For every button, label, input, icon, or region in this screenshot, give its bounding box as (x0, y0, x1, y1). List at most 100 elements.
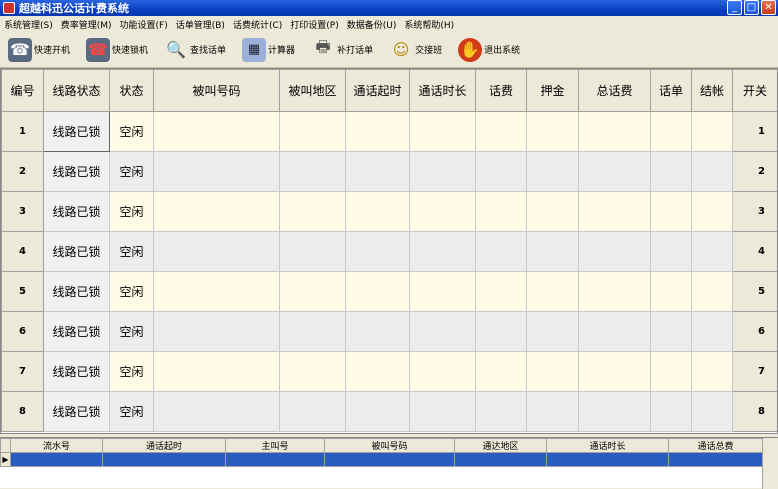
deposit-cell[interactable] (526, 351, 579, 392)
called-area-cell[interactable] (279, 311, 346, 352)
called-number-cell[interactable] (153, 391, 280, 432)
table-row[interactable]: 6 线路已锁 空闲 6 (1, 311, 777, 352)
duration-cell[interactable] (409, 191, 476, 232)
menu-rates[interactable]: 费率管理(M) (57, 18, 116, 31)
called-number-cell[interactable] (153, 231, 280, 272)
log-col-called-number[interactable]: 被叫号码 (324, 438, 455, 453)
table-row[interactable]: 5 线路已锁 空闲 5 (1, 271, 777, 312)
fee-cell[interactable] (475, 151, 527, 192)
start-time-cell[interactable] (345, 111, 410, 152)
total-fee-cell[interactable] (578, 391, 651, 432)
status-cell[interactable]: 空闲 (109, 311, 154, 352)
log-cell[interactable] (102, 452, 226, 467)
fee-cell[interactable] (475, 311, 527, 352)
col-total-fee[interactable]: 总话费 (578, 69, 651, 112)
total-fee-cell[interactable] (578, 191, 651, 232)
duration-cell[interactable] (409, 111, 476, 152)
menu-bills[interactable]: 话单管理(B) (172, 18, 229, 31)
col-deposit[interactable]: 押金 (526, 69, 579, 112)
col-checkout[interactable]: 结帐 (691, 69, 733, 112)
checkout-cell[interactable] (691, 351, 733, 392)
maximize-button[interactable]: □ (744, 0, 759, 15)
log-col-serial[interactable]: 流水号 (10, 438, 103, 453)
called-area-cell[interactable] (279, 231, 346, 272)
checkout-cell[interactable] (691, 271, 733, 312)
col-switch[interactable]: 开关 (732, 69, 777, 112)
fee-cell[interactable] (475, 351, 527, 392)
menu-functions[interactable]: 功能设置(F) (116, 18, 172, 31)
line-status-cell[interactable]: 线路已锁 (43, 351, 110, 392)
total-fee-cell[interactable] (578, 271, 651, 312)
log-cell[interactable] (10, 452, 103, 467)
log-cell[interactable] (668, 452, 763, 467)
fee-cell[interactable] (475, 391, 527, 432)
menu-stats[interactable]: 话费统计(C) (229, 18, 286, 31)
checkout-cell[interactable] (691, 191, 733, 232)
log-cell[interactable] (225, 452, 325, 467)
table-row[interactable]: 1 线路已锁 空闲 1 (1, 111, 777, 152)
fee-cell[interactable] (475, 231, 527, 272)
col-called-area[interactable]: 被叫地区 (279, 69, 346, 112)
fee-cell[interactable] (475, 111, 527, 152)
bill-cell[interactable] (650, 111, 692, 152)
bill-cell[interactable] (650, 351, 692, 392)
switch-cell[interactable]: 7 (732, 351, 777, 392)
switch-cell[interactable]: 6 (732, 311, 777, 352)
log-col-caller[interactable]: 主叫号 (225, 438, 325, 453)
total-fee-cell[interactable] (578, 151, 651, 192)
search-bill-button[interactable]: 🔍 查找话单 (156, 38, 226, 62)
called-area-cell[interactable] (279, 271, 346, 312)
start-time-cell[interactable] (345, 351, 410, 392)
bill-cell[interactable] (650, 311, 692, 352)
deposit-cell[interactable] (526, 191, 579, 232)
vertical-scrollbar[interactable] (762, 438, 778, 489)
status-cell[interactable]: 空闲 (109, 191, 154, 232)
log-col-area[interactable]: 通达地区 (454, 438, 547, 453)
col-start-time[interactable]: 通话起时 (345, 69, 410, 112)
log-cell[interactable] (454, 452, 547, 467)
start-time-cell[interactable] (345, 151, 410, 192)
log-col-total[interactable]: 通话总费 (668, 438, 763, 453)
start-time-cell[interactable] (345, 231, 410, 272)
start-time-cell[interactable] (345, 391, 410, 432)
duration-cell[interactable] (409, 231, 476, 272)
line-status-cell[interactable]: 线路已锁 (43, 191, 110, 232)
status-cell[interactable]: 空闲 (109, 151, 154, 192)
calculator-button[interactable]: ▦ 计算器 (234, 37, 295, 62)
menu-system[interactable]: 系统管理(S) (0, 18, 57, 31)
table-row[interactable]: 8 线路已锁 空闲 8 (1, 391, 777, 432)
log-col-duration[interactable]: 通话时长 (546, 438, 669, 453)
menu-print[interactable]: 打印设置(P) (286, 18, 342, 31)
menu-help[interactable]: 系统帮助(H) (400, 18, 458, 31)
status-cell[interactable]: 空闲 (109, 271, 154, 312)
line-status-cell[interactable]: 线路已锁 (43, 111, 110, 152)
switch-cell[interactable]: 4 (732, 231, 777, 272)
line-status-cell[interactable]: 线路已锁 (43, 231, 110, 272)
start-time-cell[interactable] (345, 271, 410, 312)
col-bill[interactable]: 话单 (650, 69, 692, 112)
switch-cell[interactable]: 3 (732, 191, 777, 232)
called-number-cell[interactable] (153, 111, 280, 152)
checkout-cell[interactable] (691, 231, 733, 272)
called-area-cell[interactable] (279, 151, 346, 192)
duration-cell[interactable] (409, 391, 476, 432)
col-number[interactable]: 编号 (1, 69, 44, 112)
deposit-cell[interactable] (526, 311, 579, 352)
deposit-cell[interactable] (526, 391, 579, 432)
switch-cell[interactable]: 1 (732, 111, 777, 152)
col-status[interactable]: 状态 (109, 69, 154, 112)
status-cell[interactable]: 空闲 (109, 111, 154, 152)
bill-cell[interactable] (650, 151, 692, 192)
status-cell[interactable]: 空闲 (109, 391, 154, 432)
minimize-button[interactable]: _ (727, 0, 742, 15)
table-row[interactable]: 7 线路已锁 空闲 7 (1, 351, 777, 392)
duration-cell[interactable] (409, 271, 476, 312)
quick-unlock-button[interactable]: ☎ 快速开机 (0, 37, 70, 62)
called-area-cell[interactable] (279, 351, 346, 392)
table-row[interactable]: 3 线路已锁 空闲 3 (1, 191, 777, 232)
status-cell[interactable]: 空闲 (109, 231, 154, 272)
start-time-cell[interactable] (345, 191, 410, 232)
checkout-cell[interactable] (691, 391, 733, 432)
start-time-cell[interactable] (345, 311, 410, 352)
col-line-status[interactable]: 线路状态 (43, 69, 110, 112)
